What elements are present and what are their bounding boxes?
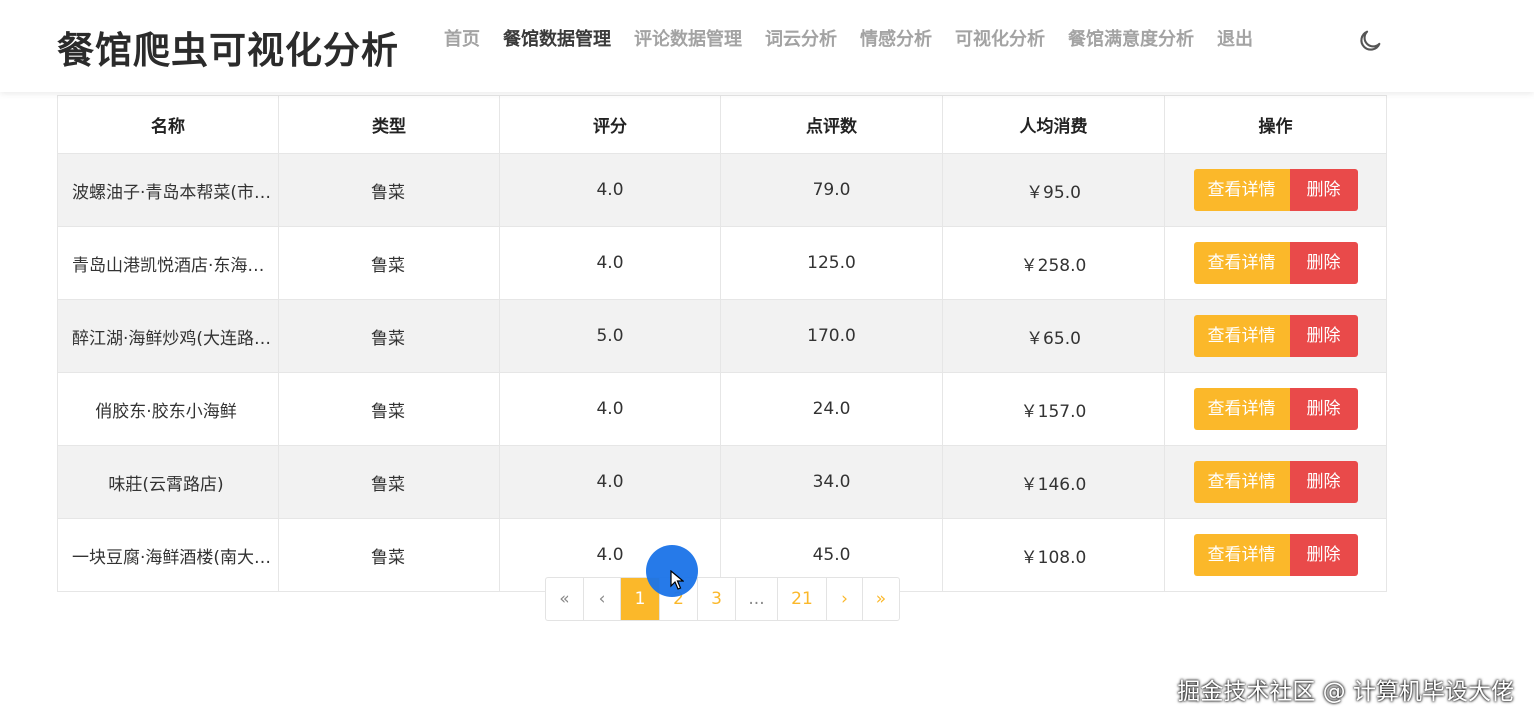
cell-actions: 查看详情 删除 — [1164, 372, 1387, 446]
moon-icon[interactable] — [1356, 27, 1384, 55]
cell-actions: 查看详情 删除 — [1164, 226, 1387, 300]
pagination: « ‹ 1 2 3 ... 21 › » — [545, 577, 900, 621]
cell-actions: 查看详情 删除 — [1164, 299, 1387, 373]
next-page-button[interactable]: › — [827, 578, 863, 620]
delete-button[interactable]: 删除 — [1289, 169, 1358, 211]
cell-type: 鲁菜 — [278, 299, 500, 373]
cell-name: 一块豆腐·海鲜酒楼(南大街店) — [57, 518, 279, 592]
top-header: 餐馆爬虫可视化分析 首页 餐馆数据管理 评论数据管理 词云分析 情感分析 可视化… — [0, 0, 1534, 92]
nav-sentiment[interactable]: 情感分析 — [860, 28, 932, 52]
view-details-button[interactable]: 查看详情 — [1193, 169, 1290, 211]
nav-wordcloud[interactable]: 词云分析 — [765, 28, 837, 52]
delete-button[interactable]: 删除 — [1289, 461, 1358, 503]
cell-reviews: 34.0 — [720, 445, 943, 519]
column-header-reviews: 点评数 — [720, 95, 943, 154]
view-details-button[interactable]: 查看详情 — [1193, 388, 1290, 430]
cell-price: ￥95.0 — [942, 153, 1165, 227]
table-row: 醉江湖·海鲜炒鸡(大连路店) 鲁菜 5.0 170.0 ￥65.0 查看详情 删除 — [57, 299, 1387, 373]
mouse-cursor-icon — [670, 569, 685, 594]
pagination-ellipsis: ... — [736, 578, 778, 620]
restaurant-table: 名称 类型 评分 点评数 人均消费 操作 波螺油子·青岛本帮菜(市南银座… 鲁菜… — [57, 95, 1387, 592]
cell-type: 鲁菜 — [278, 518, 500, 592]
page-21-button[interactable]: 21 — [778, 578, 827, 620]
main-nav: 首页 餐馆数据管理 评论数据管理 词云分析 情感分析 可视化分析 餐馆满意度分析… — [444, 28, 1276, 52]
table-header-row: 名称 类型 评分 点评数 人均消费 操作 — [57, 95, 1387, 154]
cell-actions: 查看详情 删除 — [1164, 445, 1387, 519]
cell-rating: 4.0 — [499, 226, 721, 300]
table-row: 味莊(云霄路店) 鲁菜 4.0 34.0 ￥146.0 查看详情 删除 — [57, 445, 1387, 519]
nav-restaurant-data[interactable]: 餐馆数据管理 — [503, 28, 611, 52]
cell-type: 鲁菜 — [278, 153, 500, 227]
nav-satisfaction[interactable]: 餐馆满意度分析 — [1068, 28, 1194, 52]
nav-visualization[interactable]: 可视化分析 — [955, 28, 1045, 52]
view-details-button[interactable]: 查看详情 — [1193, 534, 1290, 576]
nav-logout[interactable]: 退出 — [1217, 28, 1253, 52]
watermark-text: 掘金技术社区 @ 计算机毕设大佬 — [1177, 679, 1514, 705]
view-details-button[interactable]: 查看详情 — [1193, 315, 1290, 357]
cell-name: 波螺油子·青岛本帮菜(市南银座… — [57, 153, 279, 227]
cell-price: ￥258.0 — [942, 226, 1165, 300]
cell-name: 俏胶东·胶东小海鲜 — [57, 372, 279, 446]
view-details-button[interactable]: 查看详情 — [1193, 242, 1290, 284]
cell-price: ￥157.0 — [942, 372, 1165, 446]
column-header-name: 名称 — [57, 95, 279, 154]
table-row: 青岛山港凯悦酒店·东海88风味餐… 鲁菜 4.0 125.0 ￥258.0 查看… — [57, 226, 1387, 300]
last-page-button[interactable]: » — [863, 578, 899, 620]
cell-name: 青岛山港凯悦酒店·东海88风味餐… — [57, 226, 279, 300]
restaurant-table-container: 名称 类型 评分 点评数 人均消费 操作 波螺油子·青岛本帮菜(市南银座… 鲁菜… — [57, 95, 1387, 592]
delete-button[interactable]: 删除 — [1289, 315, 1358, 357]
column-header-type: 类型 — [278, 95, 500, 154]
table-row: 俏胶东·胶东小海鲜 鲁菜 4.0 24.0 ￥157.0 查看详情 删除 — [57, 372, 1387, 446]
cell-price: ￥146.0 — [942, 445, 1165, 519]
cell-reviews: 24.0 — [720, 372, 943, 446]
cell-reviews: 79.0 — [720, 153, 943, 227]
cell-rating: 4.0 — [499, 372, 721, 446]
cell-type: 鲁菜 — [278, 372, 500, 446]
nav-home[interactable]: 首页 — [444, 28, 480, 52]
view-details-button[interactable]: 查看详情 — [1193, 461, 1290, 503]
cell-price: ￥65.0 — [942, 299, 1165, 373]
cell-type: 鲁菜 — [278, 445, 500, 519]
table-row: 波螺油子·青岛本帮菜(市南银座… 鲁菜 4.0 79.0 ￥95.0 查看详情删… — [57, 153, 1387, 227]
column-header-price: 人均消费 — [942, 95, 1165, 154]
cell-rating: 4.0 — [499, 153, 721, 227]
cell-rating: 4.0 — [499, 445, 721, 519]
cell-reviews: 170.0 — [720, 299, 943, 373]
cell-rating: 5.0 — [499, 299, 721, 373]
delete-button[interactable]: 删除 — [1289, 242, 1358, 284]
prev-page-button[interactable]: ‹ — [584, 578, 621, 620]
page-3-button[interactable]: 3 — [698, 578, 736, 620]
delete-button[interactable]: 删除 — [1289, 534, 1358, 576]
column-header-rating: 评分 — [499, 95, 721, 154]
cell-name: 醉江湖·海鲜炒鸡(大连路店) — [57, 299, 279, 373]
cell-price: ￥108.0 — [942, 518, 1165, 592]
cell-actions: 查看详情 删除 — [1164, 153, 1387, 227]
nav-review-data[interactable]: 评论数据管理 — [634, 28, 742, 52]
delete-button[interactable]: 删除 — [1289, 388, 1358, 430]
cell-name: 味莊(云霄路店) — [57, 445, 279, 519]
column-header-actions: 操作 — [1164, 95, 1387, 154]
cell-actions: 查看详情 删除 — [1164, 518, 1387, 592]
first-page-button[interactable]: « — [546, 578, 584, 620]
brand-title: 餐馆爬虫可视化分析 — [57, 29, 399, 72]
cell-type: 鲁菜 — [278, 226, 500, 300]
cell-reviews: 125.0 — [720, 226, 943, 300]
